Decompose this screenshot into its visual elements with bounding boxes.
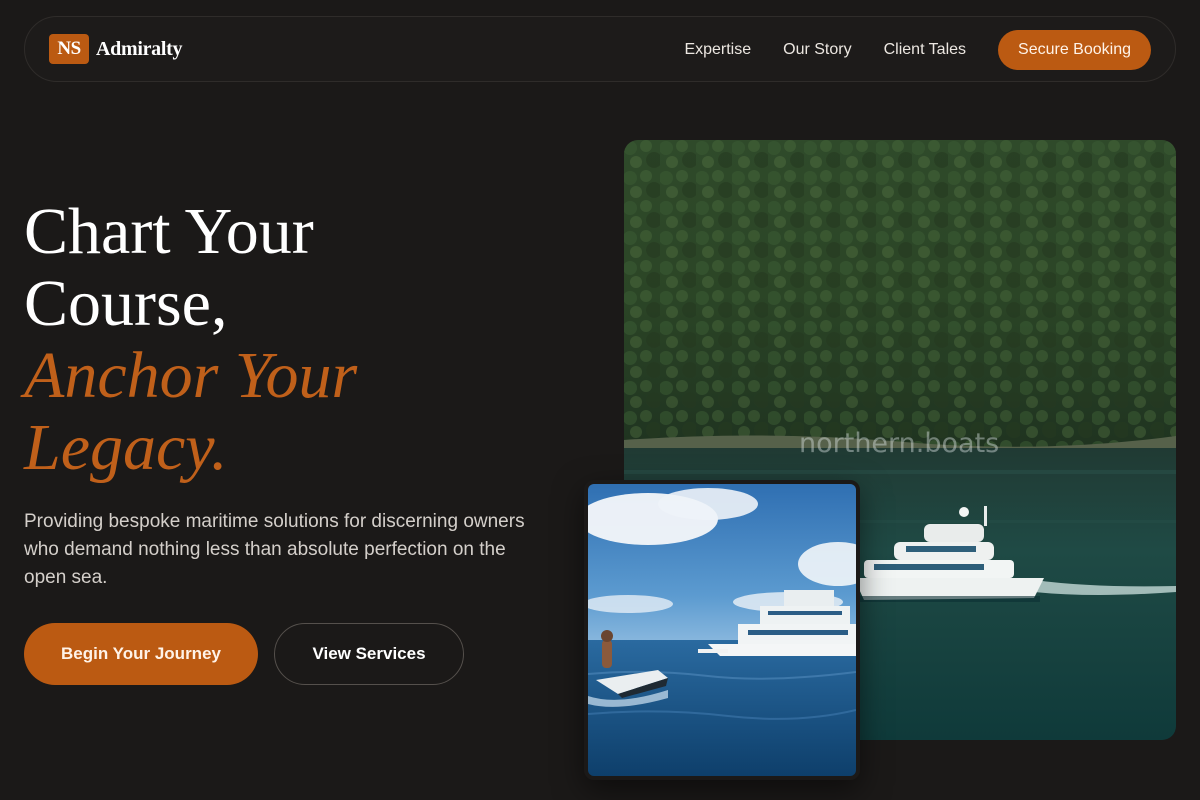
image-watermark: northern.boats (799, 428, 999, 459)
headline-accent-2: Legacy. (24, 411, 228, 484)
secure-booking-button[interactable]: Secure Booking (998, 30, 1151, 70)
top-navigation: NS Admiralty Expertise Our Story Client … (24, 16, 1176, 82)
nav-link-expertise[interactable]: Expertise (684, 41, 751, 59)
nav-link-our-story[interactable]: Our Story (783, 41, 851, 59)
begin-journey-button[interactable]: Begin Your Journey (24, 623, 258, 685)
hero-headline: Chart Your Course, Anchor Your Legacy. (24, 196, 544, 484)
nav-link-client-tales[interactable]: Client Tales (884, 41, 966, 59)
hero-lead-text: Providing bespoke maritime solutions for… (24, 511, 525, 588)
inset-image-jetski-yacht (584, 480, 860, 780)
brand-logo[interactable]: NS Admiralty (49, 34, 182, 64)
nav-links: Expertise Our Story Client Tales Secure … (684, 17, 1151, 83)
view-services-button[interactable]: View Services (274, 623, 464, 685)
headline-line-2: Course, (24, 267, 228, 340)
headline-line-1: Chart Your (24, 195, 314, 268)
headline-accent-1: Anchor Your (24, 339, 358, 412)
brand-name: Admiralty (96, 37, 183, 60)
logo-mark: NS (49, 34, 89, 64)
